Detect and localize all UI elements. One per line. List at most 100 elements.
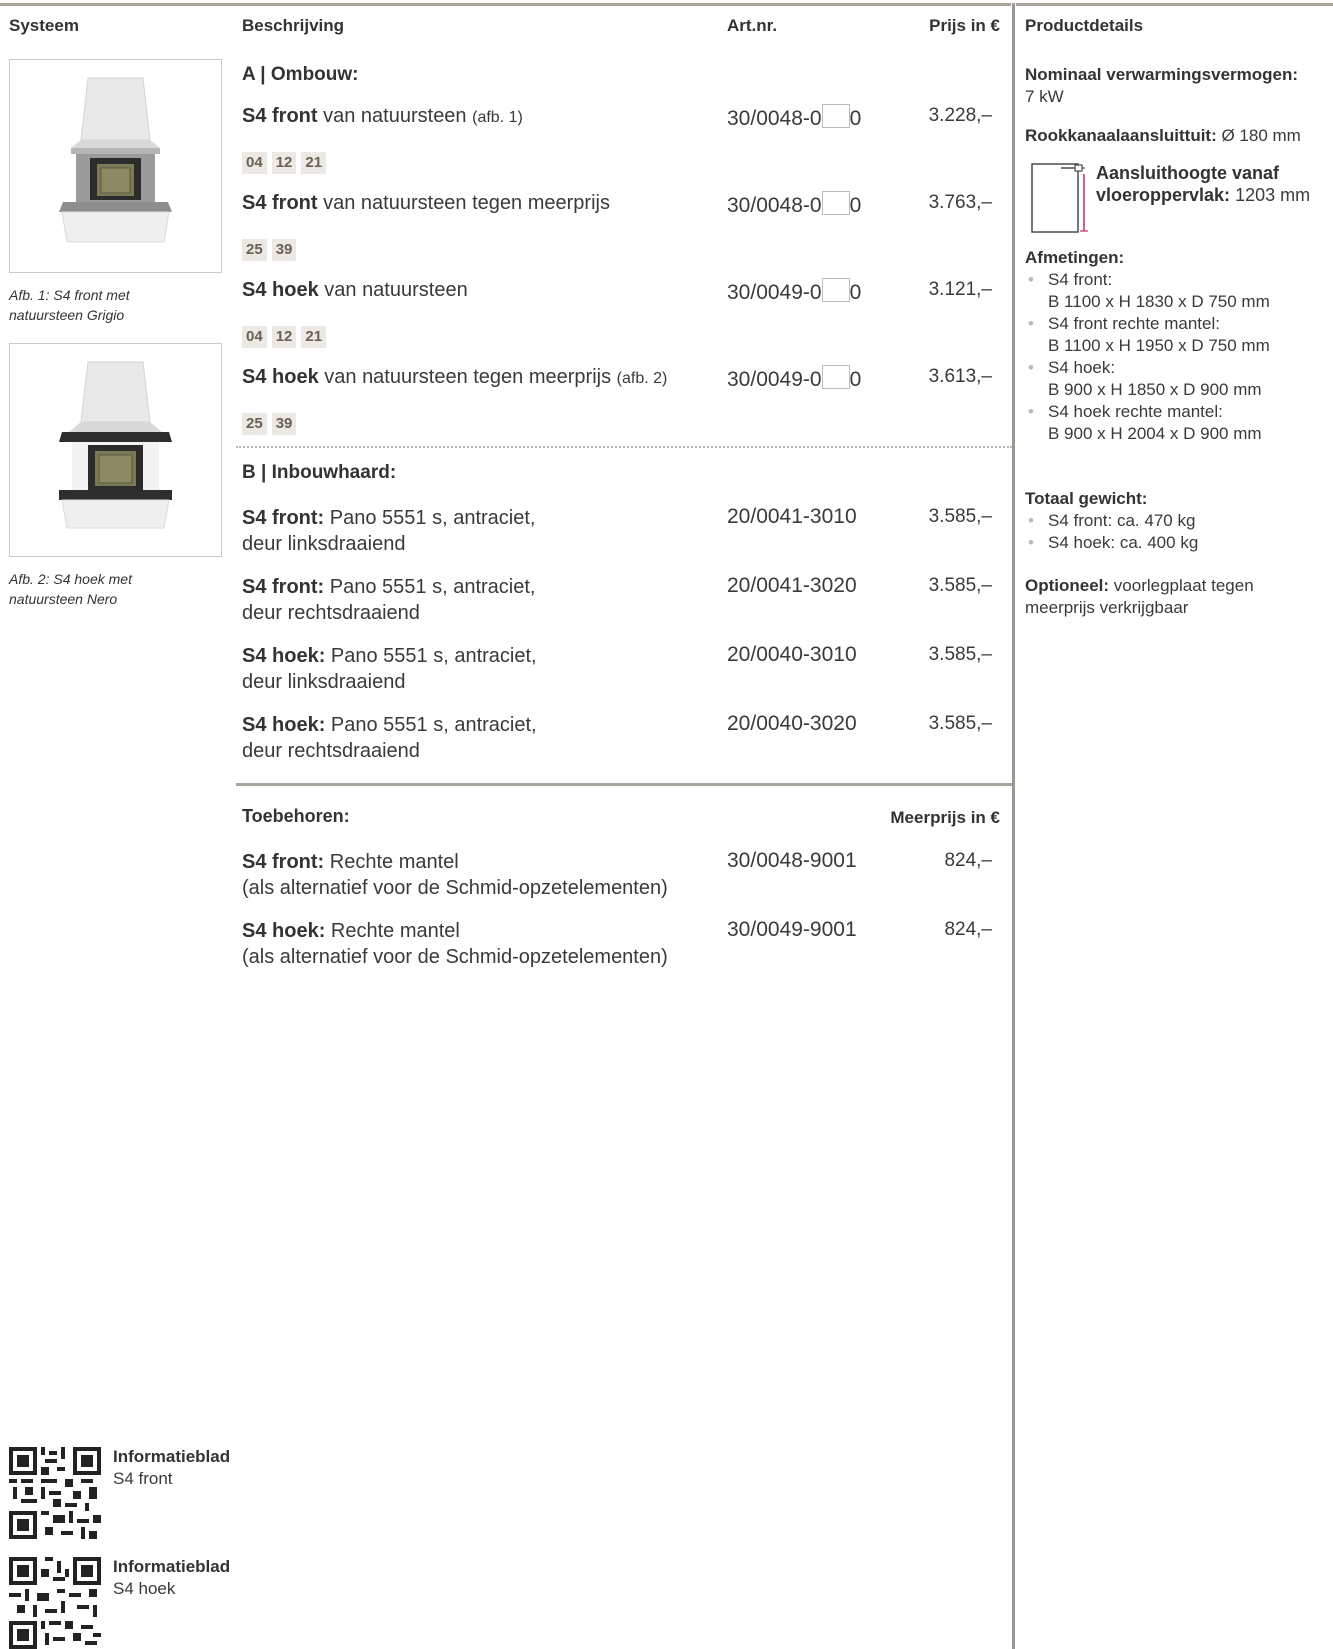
caption-1-line1: Afb. 1: S4 front met bbox=[9, 287, 130, 303]
detail-height-label-1: Aansluithoogte vanaf bbox=[1096, 163, 1280, 183]
image-caption-1: Afb. 1: S4 front met natuursteen Grigio bbox=[9, 285, 130, 325]
header-artnr: Art.nr. bbox=[727, 16, 778, 35]
row-acc2-price: 824,– bbox=[944, 919, 992, 940]
row-a4-text: van natuursteen tegen meerprijs bbox=[318, 366, 617, 388]
row-a1-codes: 04 12 21 bbox=[242, 152, 331, 176]
row-b2-artnr: 20/0041-3020 bbox=[727, 574, 857, 597]
section-separator-dotted bbox=[236, 446, 1012, 448]
row-a1-art-suffix: 0 bbox=[849, 107, 862, 130]
dimension-name: S4 hoek: bbox=[1048, 358, 1116, 377]
dimensions-list: S4 front: B 1100 x H 1830 x D 750 mm S4 f… bbox=[1025, 269, 1270, 445]
row-acc1-line1: Rechte mantel bbox=[324, 851, 459, 873]
row-a2-description: S4 front van natuursteen tegen meerprijs bbox=[242, 190, 610, 216]
row-a3-bold: S4 hoek bbox=[242, 279, 319, 301]
row-a2-price: 3.763,– bbox=[928, 192, 992, 213]
row-b2-line2: deur rechtsdraaiend bbox=[242, 602, 420, 624]
row-b1-bold: S4 front: bbox=[242, 507, 325, 529]
row-a4-art-prefix: 30/0049-0 bbox=[727, 368, 822, 391]
stone-code: 25 bbox=[242, 239, 267, 261]
infosheet-front-title: Informatieblad bbox=[113, 1447, 231, 1466]
row-a4-price: 3.613,– bbox=[928, 366, 992, 387]
detail-dimensions: Afmetingen: S4 front: B 1100 x H 1830 x D… bbox=[1025, 247, 1270, 445]
weights-list: S4 front: ca. 470 kg S4 hoek: ca. 400 kg bbox=[1025, 510, 1198, 554]
detail-flue-value: Ø 180 mm bbox=[1216, 126, 1301, 145]
row-b3-bold: S4 hoek: bbox=[242, 645, 326, 667]
accessories-price-header: Meerprijs in € bbox=[890, 808, 1000, 827]
row-acc1-bold: S4 front: bbox=[242, 851, 325, 873]
detail-flue-label: Rookkanaalaansluittuit: bbox=[1025, 126, 1217, 145]
detail-weight: Totaal gewicht: S4 front: ca. 470 kg S4 … bbox=[1025, 488, 1198, 554]
row-a3-artnr: 30/0049-0 0 bbox=[727, 278, 861, 305]
row-b3-artnr: 20/0040-3010 bbox=[727, 643, 857, 666]
row-a1-art-prefix: 30/0048-0 bbox=[727, 107, 822, 130]
detail-optional-label: Optioneel: bbox=[1025, 576, 1110, 595]
detail-dims-label: Afmetingen: bbox=[1025, 248, 1125, 267]
row-b3-line1: Pano 5551 s, antraciet, bbox=[325, 645, 537, 667]
weight-item: S4 front: ca. 470 kg bbox=[1025, 510, 1198, 532]
detail-height-value: 1203 mm bbox=[1230, 185, 1311, 205]
row-b1-price: 3.585,– bbox=[928, 506, 992, 527]
detail-power-label: Nominaal verwarmingsvermogen: bbox=[1025, 65, 1299, 84]
row-acc2-description: S4 hoek: Rechte mantel (als alternatief … bbox=[242, 918, 668, 970]
row-acc1-artnr: 30/0048-9001 bbox=[727, 849, 857, 872]
image-caption-2: Afb. 2: S4 hoek met natuursteen Nero bbox=[9, 569, 132, 609]
row-b4-description: S4 hoek: Pano 5551 s, antraciet, deur re… bbox=[242, 712, 537, 764]
product-image-s4-hoek bbox=[9, 343, 222, 557]
row-b4-price: 3.585,– bbox=[928, 713, 992, 734]
stone-code: 04 bbox=[242, 326, 267, 348]
row-a3-art-box bbox=[821, 278, 850, 302]
header-beschrijving: Beschrijving bbox=[242, 16, 345, 35]
caption-2-line2: natuursteen Nero bbox=[9, 591, 118, 607]
row-a4-description: S4 hoek van natuursteen tegen meerprijs … bbox=[242, 364, 667, 392]
row-b4-bold: S4 hoek: bbox=[242, 714, 326, 736]
detail-optional-line2: meerprijs verkrijgbaar bbox=[1025, 598, 1189, 617]
row-a3-art-suffix: 0 bbox=[849, 281, 862, 304]
qr-code-icon[interactable] bbox=[9, 1557, 101, 1649]
dimension-item: S4 hoek rechte mantel: B 900 x H 2004 x D… bbox=[1025, 401, 1270, 445]
top-rule-right bbox=[1016, 3, 1333, 6]
row-a2-art-box bbox=[821, 191, 850, 215]
row-acc2-artnr: 30/0049-9001 bbox=[727, 918, 857, 941]
row-b1-description: S4 front: Pano 5551 s, antraciet, deur l… bbox=[242, 505, 535, 557]
stone-code: 04 bbox=[242, 152, 267, 174]
row-b4-line1: Pano 5551 s, antraciet, bbox=[325, 714, 537, 736]
row-b4-artnr: 20/0040-3020 bbox=[727, 712, 857, 735]
column-divider bbox=[1012, 3, 1015, 1649]
row-a4-ref: (afb. 2) bbox=[616, 370, 668, 387]
row-a3-price: 3.121,– bbox=[928, 279, 992, 300]
detail-optional-line1: voorlegplaat tegen bbox=[1109, 576, 1254, 595]
row-a2-bold: S4 front bbox=[242, 192, 318, 214]
row-a2-codes: 25 39 bbox=[242, 239, 301, 263]
row-a1-text: van natuursteen bbox=[317, 105, 473, 127]
infosheet-front: Informatieblad S4 front bbox=[113, 1446, 230, 1490]
detail-flue: Rookkanaalaansluittuit: Ø 180 mm bbox=[1025, 125, 1301, 147]
detail-connection-height: Aansluithoogte vanaf vloeroppervlak: 120… bbox=[1096, 162, 1310, 206]
row-a3-description: S4 hoek van natuursteen bbox=[242, 277, 468, 303]
row-a4-codes: 25 39 bbox=[242, 413, 301, 437]
stone-code: 21 bbox=[301, 326, 327, 348]
row-acc1-description: S4 front: Rechte mantel (als alternatief… bbox=[242, 849, 668, 901]
infosheet-hoek-title: Informatieblad bbox=[113, 1557, 231, 1576]
fireplace-corner-illustration bbox=[59, 361, 172, 529]
stone-code: 12 bbox=[271, 152, 297, 174]
row-acc1-price: 824,– bbox=[944, 850, 992, 871]
row-b2-line1: Pano 5551 s, antraciet, bbox=[324, 576, 536, 598]
row-a1-description: S4 front van natuursteen (afb. 1) bbox=[242, 103, 523, 131]
row-a1-price: 3.228,– bbox=[928, 105, 992, 126]
detail-weight-label: Totaal gewicht: bbox=[1025, 489, 1148, 508]
top-rule-left bbox=[0, 3, 1011, 6]
row-b4-line2: deur rechtsdraaiend bbox=[242, 740, 420, 762]
qr-code-icon[interactable] bbox=[9, 1447, 101, 1539]
row-b2-bold: S4 front: bbox=[242, 576, 325, 598]
row-a4-artnr: 30/0049-0 0 bbox=[727, 365, 861, 392]
connection-height-diagram bbox=[1031, 163, 1088, 233]
row-acc1-line2: (als alternatief voor de Schmid-opzetele… bbox=[242, 877, 668, 899]
dimension-value: B 1100 x H 1830 x D 750 mm bbox=[1048, 292, 1270, 311]
detail-power-value: 7 kW bbox=[1025, 87, 1064, 106]
row-b3-line2: deur linksdraaiend bbox=[242, 671, 406, 693]
stone-code: 39 bbox=[271, 413, 297, 435]
infosheet-front-subtitle: S4 front bbox=[113, 1469, 173, 1488]
row-acc2-line2: (als alternatief voor de Schmid-opzetele… bbox=[242, 946, 668, 968]
stone-code: 25 bbox=[242, 413, 267, 435]
infosheet-hoek: Informatieblad S4 hoek bbox=[113, 1556, 230, 1600]
